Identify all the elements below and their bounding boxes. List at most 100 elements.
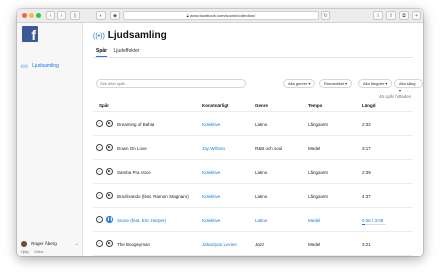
genre-cell: Jazz bbox=[255, 242, 265, 247]
facebook-logo[interactable]: f bbox=[22, 26, 38, 43]
chevron-down-icon[interactable]: ⌄ bbox=[75, 241, 78, 246]
download-icon: ↓ bbox=[98, 217, 101, 221]
sidebar-item-ljudsamling[interactable]: ((•)) Ljudsamling bbox=[21, 63, 59, 69]
tabs-button[interactable]: ⧉ bbox=[399, 11, 409, 20]
play-button[interactable]: ▶ bbox=[106, 120, 113, 127]
play-icon: ▶ bbox=[108, 145, 111, 149]
track-title[interactable]: Down On Love bbox=[117, 146, 147, 151]
play-icon: ▶ bbox=[108, 193, 111, 197]
reload-button[interactable]: ↻ bbox=[321, 11, 330, 20]
track-title[interactable]: Samba Pra Voce bbox=[117, 170, 151, 175]
table-row[interactable]: ↓ ▶ Dreaming of Bahia Kolektive Latino Långsa… bbox=[93, 112, 413, 136]
puzzle-icon: ◆ bbox=[113, 13, 117, 19]
divider bbox=[93, 57, 413, 58]
column-header-tempo: Tempo bbox=[308, 103, 323, 108]
playback-progress-bar[interactable] bbox=[362, 224, 386, 225]
tab-ljudeffekter[interactable]: Ljudeffekter bbox=[114, 48, 140, 56]
download-button[interactable]: ↓ bbox=[96, 240, 103, 247]
chevron-right-icon: › bbox=[60, 13, 63, 19]
address-bar[interactable]: 🔒︎ www.facebook.com/sound/collection/ bbox=[123, 11, 319, 20]
info-icon: i bbox=[377, 13, 379, 19]
artist-link[interactable]: Jahaziyan Levine bbox=[202, 242, 237, 247]
tempo-cell: Långsamt bbox=[308, 122, 328, 127]
table-row[interactable]: ↓ ▶ Down On Love Jay Wiltzen R&B och soul Med… bbox=[93, 136, 413, 160]
zoom-window-button[interactable] bbox=[36, 13, 41, 18]
table-row[interactable]: ↓ ▶ The Boogeyman Jahaziyan Levine Jazz Medel… bbox=[93, 232, 413, 256]
artist-link[interactable]: Kolektive bbox=[202, 122, 220, 127]
track-title[interactable]: Brazilsando (feat. Ramon Stagnaro) bbox=[117, 194, 189, 199]
table-row[interactable]: ↓ ❚❚ Snore (feat. Eric Harper) Kolektive Lat… bbox=[93, 208, 413, 232]
download-icon: ↓ bbox=[98, 193, 101, 197]
privacy-button[interactable]: ◐ bbox=[96, 11, 106, 20]
track-title[interactable]: Dreaming of Bahia bbox=[117, 122, 154, 127]
artist-link[interactable]: Jay Wiltzen bbox=[202, 146, 225, 151]
chevron-left-icon: ‹ bbox=[49, 13, 52, 19]
user-menu[interactable]: Roger Åberg bbox=[21, 241, 57, 247]
genre-cell: R&B och soul bbox=[255, 146, 283, 151]
track-title[interactable]: Snore (feat. Eric Harper) bbox=[117, 218, 166, 223]
forward-button[interactable]: › bbox=[57, 11, 66, 20]
plus-icon: + bbox=[415, 13, 418, 19]
play-button[interactable]: ▶ bbox=[106, 168, 113, 175]
vocals-filter[interactable]: Alla sång ▾ bbox=[394, 79, 423, 93]
tempo-cell: Medel bbox=[308, 242, 321, 247]
help-link[interactable]: Hjälp bbox=[21, 250, 29, 254]
download-button[interactable]: ↓ bbox=[96, 216, 103, 223]
genre-filter[interactable]: Alla genrer ▾ bbox=[283, 79, 316, 88]
extensions-button[interactable]: ◆ bbox=[110, 11, 120, 20]
track-title[interactable]: The Boogeyman bbox=[117, 242, 150, 247]
back-button[interactable]: ‹ bbox=[46, 11, 55, 20]
download-button[interactable]: ↓ bbox=[96, 168, 103, 175]
download-icon: ↓ bbox=[98, 121, 101, 125]
chevron-down-icon: ▾ bbox=[385, 81, 388, 86]
play-icon: ▶ bbox=[108, 241, 111, 245]
pause-icon: ❚❚ bbox=[107, 217, 113, 221]
sidebar-toggle-button[interactable]: ▯ bbox=[70, 11, 80, 20]
download-icon: ↓ bbox=[98, 241, 101, 245]
browser-toolbar: ‹ › ▯ ◐ ◆ 🔒︎ www.facebook.com/sound/coll… bbox=[17, 9, 423, 23]
tempo-cell: Medel bbox=[308, 146, 321, 151]
artist-link[interactable]: Kolektive bbox=[202, 170, 220, 175]
new-tab-button[interactable]: + bbox=[412, 11, 421, 20]
play-icon: ▶ bbox=[108, 121, 111, 125]
play-button[interactable]: ❚❚ bbox=[106, 216, 113, 223]
url-text: www.facebook.com/sound/collection/ bbox=[189, 13, 256, 18]
sidebar-icon: ▯ bbox=[73, 13, 77, 19]
download-button[interactable]: ↓ bbox=[96, 192, 103, 199]
main-content: ((•))Ljudsamling Spår Ljudeffekter Alla … bbox=[83, 23, 423, 256]
artist-link[interactable]: Kolektive bbox=[202, 218, 220, 223]
minimize-window-button[interactable] bbox=[29, 13, 34, 18]
close-window-button[interactable] bbox=[22, 13, 27, 18]
download-button[interactable]: ↓ bbox=[96, 120, 103, 127]
sound-wave-icon: ((•)) bbox=[21, 63, 28, 68]
info-button[interactable]: i bbox=[373, 11, 383, 20]
play-button[interactable]: ▶ bbox=[106, 144, 113, 151]
tab-bar: Spår Ljudeffekter bbox=[96, 48, 145, 57]
mood-filter[interactable]: Romantiskt ▾ bbox=[319, 79, 353, 88]
terms-link[interactable]: Villkor bbox=[34, 250, 43, 254]
playback-progress-fill bbox=[362, 224, 366, 225]
user-name: Roger Åberg bbox=[31, 241, 57, 247]
length-filter[interactable]: Alla längder ▾ bbox=[358, 79, 393, 88]
table-row[interactable]: ↓ ▶ Brazilsando (feat. Ramon Stagnaro) Kole… bbox=[93, 184, 413, 208]
length-cell: 3:17 bbox=[362, 146, 371, 151]
table-row[interactable]: ↓ ▶ Samba Pra Voce Kolektive Latino Långsamt 2… bbox=[93, 160, 413, 184]
download-icon: ↓ bbox=[98, 145, 101, 149]
reload-icon: ↻ bbox=[323, 13, 328, 19]
chevron-down-icon: ▾ bbox=[399, 88, 402, 93]
search-input[interactable] bbox=[96, 79, 246, 88]
column-header-artist: Konstnärligt bbox=[202, 103, 229, 108]
share-button[interactable]: ⇧ bbox=[386, 11, 396, 20]
column-header-length: Längd bbox=[362, 103, 376, 108]
play-button[interactable]: ▶ bbox=[106, 192, 113, 199]
tab-spar[interactable]: Spår bbox=[96, 48, 108, 57]
download-button[interactable]: ↓ bbox=[96, 144, 103, 151]
play-button[interactable]: ▶ bbox=[106, 240, 113, 247]
tempo-cell: Långsamt bbox=[308, 170, 328, 175]
tempo-cell: Långsamt bbox=[308, 194, 328, 199]
result-count: 46 spår hittades bbox=[378, 94, 411, 99]
artist-link[interactable]: Kolektive bbox=[202, 194, 220, 199]
share-icon: ⇧ bbox=[388, 13, 394, 19]
length-cell: 0:26 / 3:06 bbox=[362, 218, 384, 223]
genre-cell: Latino bbox=[255, 218, 268, 223]
